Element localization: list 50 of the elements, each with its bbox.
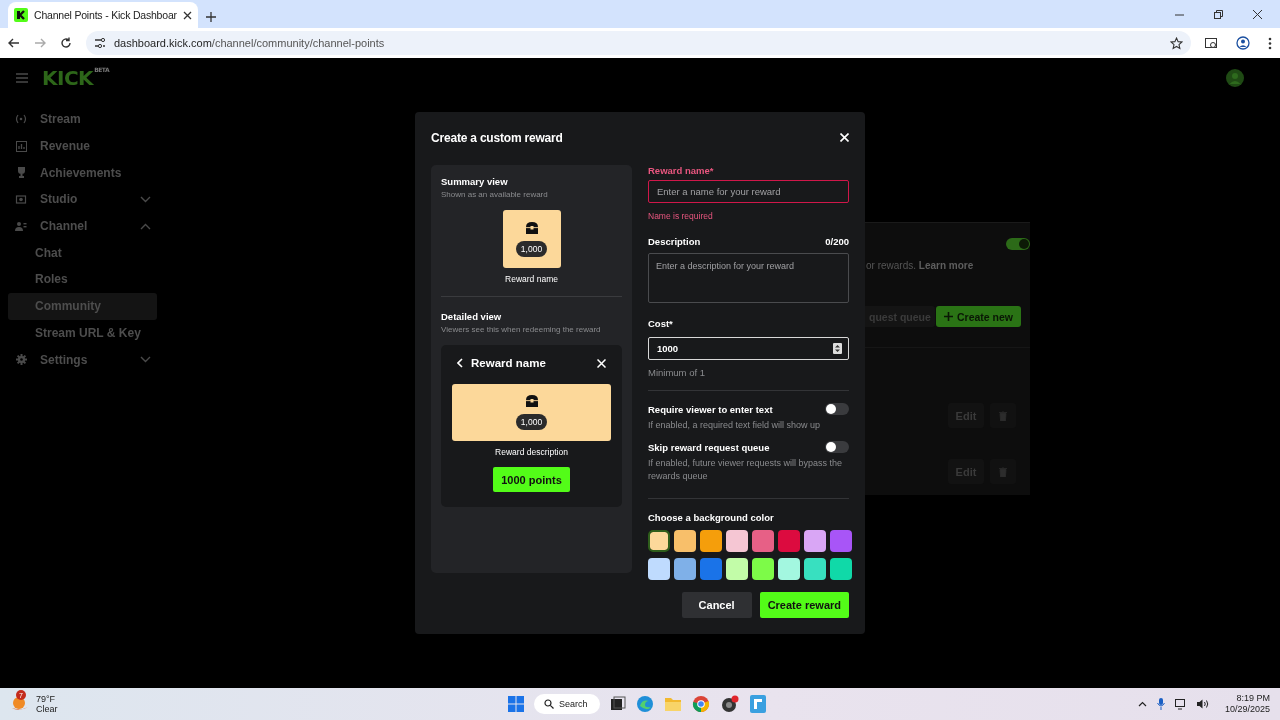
search-field[interactable]: Search (534, 694, 600, 714)
reward-name-field[interactable]: Enter a name for your reward (648, 180, 849, 203)
dialog-title: Create a custom reward (431, 130, 563, 145)
reward-name: Reward name (504, 274, 559, 284)
field-hint: Minimum of 1 (648, 367, 706, 378)
learn-more-link[interactable]: Learn more (918, 260, 974, 271)
weather-condition: Clear (36, 704, 58, 714)
toggle-hint: If enabled, a required text field will show up (648, 419, 822, 432)
clock-time[interactable]: 8:19 PM (1236, 693, 1270, 704)
character-counter: 0/200 (825, 236, 849, 247)
sidebar-item[interactable]: Studio (8, 186, 157, 213)
clock-date[interactable]: 10/29/2025 (1224, 704, 1270, 715)
temperature: 79°F (36, 694, 57, 704)
cost-pill: 1,000 (515, 240, 548, 257)
section-subtitle: Viewers see this when redeeming the reward (441, 325, 602, 334)
section-label: Choose a background color (648, 512, 775, 523)
reward-description: Reward description (494, 447, 569, 457)
toggle-label: Require viewer to enter text (648, 403, 773, 415)
create-new-button[interactable]: Create new (936, 306, 1022, 327)
section-heading: Summary view (441, 176, 509, 187)
create-reward-button[interactable]: Create reward (759, 592, 849, 618)
reward-title: Reward name (471, 357, 547, 369)
sidebar-item[interactable]: Roles (8, 266, 157, 293)
sidebar-item[interactable]: Achievements (8, 159, 157, 187)
error-message: Name is required (648, 211, 714, 221)
sidebar-item[interactable]: Revenue (8, 132, 157, 160)
sidebar-item[interactable]: Stream URL & Key (8, 319, 157, 347)
toggle-hint: If enabled, future viewer requests will bypass the rewards queue (648, 457, 844, 483)
section-heading: Detailed view (441, 311, 503, 322)
browser-tab[interactable]: Channel Points - Kick Dashboar (8, 2, 198, 28)
sidebar-item[interactable]: Chat (8, 239, 157, 267)
sidebar-item[interactable]: Channel (8, 212, 157, 240)
sidebar-item[interactable]: Settings (8, 346, 157, 373)
field-label: Description (648, 236, 701, 247)
url-text: dashboard.kick.com/channel/community/channel-points (114, 37, 385, 49)
cost-pill: 1,000 (515, 414, 548, 430)
address-bar[interactable]: dashboard.kick.com/channel/community/channel-points (86, 31, 1191, 55)
description-field[interactable]: Enter a description for your reward (648, 253, 849, 303)
field-label: Reward name* (648, 165, 715, 176)
help-text: or rewards. Learn more (866, 260, 974, 271)
sidebar-item[interactable]: Stream (8, 106, 157, 133)
cancel-button[interactable]: Cancel (681, 592, 752, 618)
section-subtitle: Shown as an available reward (441, 190, 549, 199)
tab-title: Channel Points - Kick Dashboar (34, 9, 177, 21)
points-button[interactable]: 1000 points (493, 467, 570, 492)
sidebar-item[interactable]: Community (8, 292, 157, 320)
toggle-label: Skip reward request queue (648, 441, 770, 453)
field-label: Cost* (648, 318, 674, 329)
cost-field[interactable]: 1000 (648, 337, 849, 360)
logo[interactable]: KICK$^{BETA}$ (42, 66, 110, 90)
